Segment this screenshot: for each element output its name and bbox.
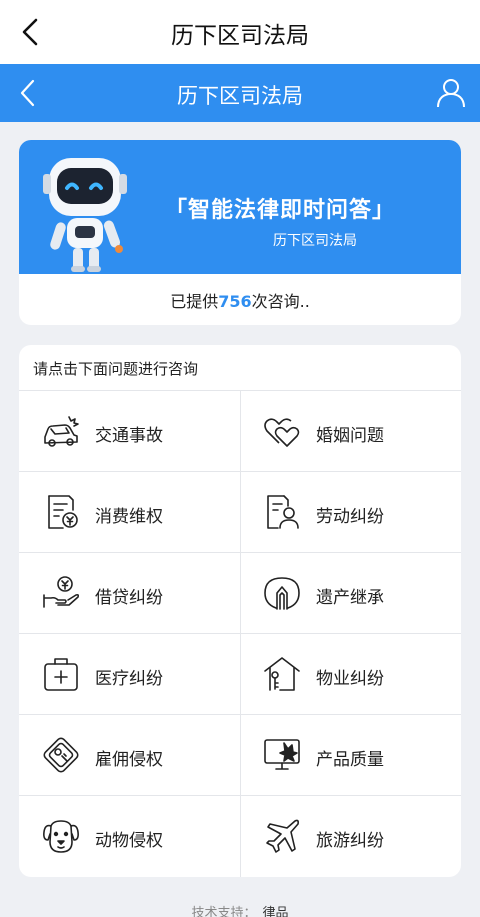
receipt-icon bbox=[48, 495, 78, 529]
dog-icon bbox=[43, 820, 79, 853]
category-label: 雇佣侵权 bbox=[95, 750, 163, 770]
car-accident-icon bbox=[44, 416, 79, 447]
category-property-dispute[interactable]: 物业纠纷 bbox=[240, 634, 461, 715]
category-label: 物业纠纷 bbox=[316, 669, 384, 689]
airplane-icon bbox=[266, 819, 299, 853]
consult-prompt: 请点击下面问题进行咨询 bbox=[33, 360, 199, 378]
category-travel-dispute[interactable]: 旅游纠纷 bbox=[240, 796, 461, 877]
category-marriage[interactable]: 婚姻问题 bbox=[240, 391, 461, 472]
footer-value: 律品 bbox=[262, 906, 289, 917]
banner-subtitle-wrap: 历下区司法局 bbox=[19, 230, 461, 250]
employment-card-icon bbox=[43, 737, 79, 773]
worker-document-icon bbox=[267, 495, 299, 529]
category-medical-dispute[interactable]: 医疗纠纷 bbox=[19, 634, 240, 715]
consult-category-card: 请点击下面问题进行咨询 交通事故 婚姻问题 消费维权 劳动纠纷 借贷纠纷 遗产继… bbox=[19, 345, 461, 877]
category-employment-tort[interactable]: 雇佣侵权 bbox=[19, 715, 240, 796]
category-loan-dispute[interactable]: 借贷纠纷 bbox=[19, 553, 240, 634]
banner: 「智能法律即时问答」 历下区司法局 bbox=[19, 140, 461, 274]
top-nav-bar: 历下区司法局 bbox=[0, 0, 480, 64]
banner-headline: 「智能法律即时问答」 bbox=[165, 198, 396, 223]
broken-monitor-icon bbox=[264, 739, 300, 770]
hand-coin-icon bbox=[43, 576, 80, 608]
category-traffic-accident[interactable]: 交通事故 bbox=[19, 391, 240, 472]
footer-label: 技术支持： bbox=[191, 906, 257, 917]
hearts-icon bbox=[264, 418, 300, 447]
robot-mascot-icon bbox=[43, 158, 127, 272]
inheritance-icon bbox=[264, 577, 300, 610]
category-label: 动物侵权 bbox=[95, 831, 163, 851]
category-labor-dispute[interactable]: 劳动纠纷 bbox=[240, 472, 461, 553]
consultation-count-text: 已提供756次咨询.. bbox=[19, 288, 461, 312]
banner-card[interactable]: 「智能法律即时问答」 历下区司法局 已提供756次咨询.. bbox=[19, 140, 461, 325]
page-title: 历下区司法局 bbox=[171, 23, 309, 49]
category-label: 遗产继承 bbox=[316, 588, 384, 608]
served-prefix: 已提供 bbox=[170, 292, 219, 311]
category-label: 旅游纠纷 bbox=[316, 831, 384, 851]
category-label: 消费维权 bbox=[95, 507, 163, 527]
app-header-bar: 历下区司法局 bbox=[0, 64, 480, 122]
house-key-icon bbox=[264, 657, 300, 691]
served-suffix: 次咨询.. bbox=[251, 292, 310, 311]
category-label: 借贷纠纷 bbox=[95, 588, 163, 608]
user-profile-icon[interactable] bbox=[434, 76, 468, 110]
served-count: 756 bbox=[218, 292, 252, 311]
category-product-quality[interactable]: 产品质量 bbox=[240, 715, 461, 796]
category-label: 劳动纠纷 bbox=[316, 507, 384, 527]
banner-subtitle: 历下区司法局 bbox=[273, 233, 357, 249]
category-label: 交通事故 bbox=[95, 426, 163, 446]
category-animal-tort[interactable]: 动物侵权 bbox=[19, 796, 240, 877]
header-title: 历下区司法局 bbox=[177, 84, 303, 108]
medical-kit-icon bbox=[44, 658, 78, 691]
category-label: 医疗纠纷 bbox=[95, 669, 163, 689]
category-label: 产品质量 bbox=[316, 750, 384, 770]
category-label: 婚姻问题 bbox=[316, 426, 384, 446]
tech-support-footer: 技术支持： 律品 bbox=[0, 902, 480, 917]
category-inheritance[interactable]: 遗产继承 bbox=[240, 553, 461, 634]
category-consumer-rights[interactable]: 消费维权 bbox=[19, 472, 240, 553]
